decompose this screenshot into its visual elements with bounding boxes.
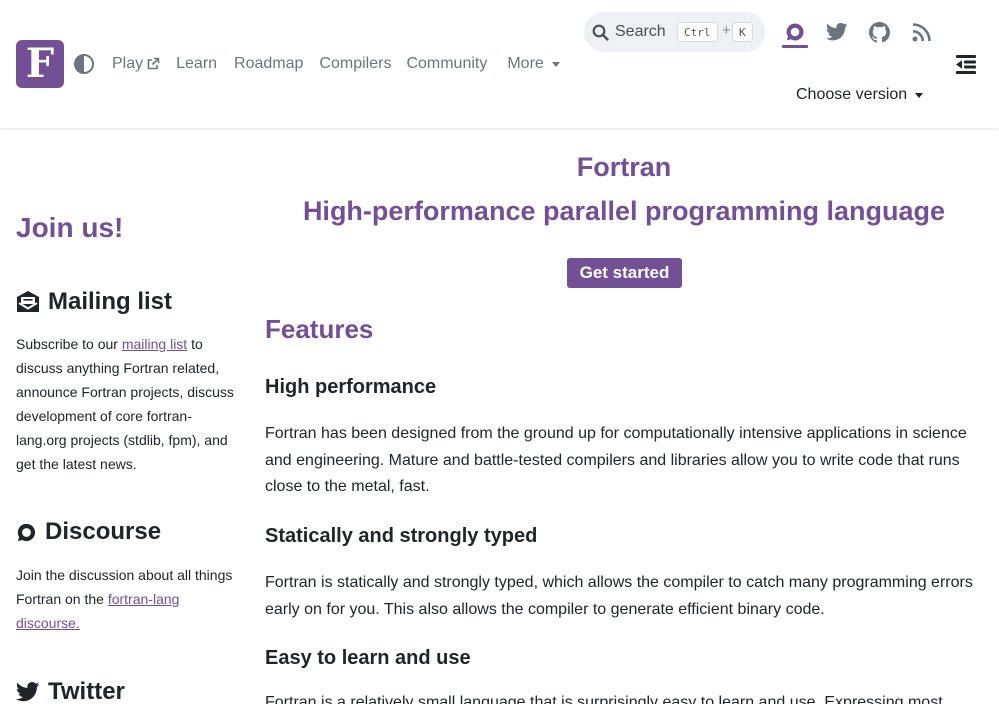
- feature-heading: Statically and strongly typed: [265, 525, 538, 547]
- kbd-ctrl: Ctrl: [677, 22, 718, 42]
- feature-text: Fortran has been designed from the groun…: [265, 425, 967, 495]
- nav-learn[interactable]: Learn: [176, 55, 217, 73]
- mailing-text-start: Subscribe to our: [16, 336, 122, 352]
- search-label: Search: [615, 23, 666, 40]
- nav-more-dropdown[interactable]: More: [507, 55, 560, 73]
- main-nav: Play Learn Roadmap Compilers Community M…: [112, 52, 560, 76]
- search-icon: [592, 24, 609, 41]
- nav-more-label: More: [507, 55, 544, 72]
- external-link-icon: [147, 57, 160, 70]
- nav-play-label: Play: [112, 55, 144, 72]
- features-heading: Features: [265, 314, 374, 344]
- get-started-button[interactable]: Get started: [567, 258, 682, 288]
- fortran-logo[interactable]: F: [16, 40, 64, 88]
- version-dropdown[interactable]: Choose version: [796, 86, 924, 104]
- logo-letter: F: [25, 40, 55, 87]
- feature-text: Fortran is statically and strongly typed…: [265, 574, 973, 618]
- page-title: Fortran: [576, 152, 672, 182]
- page-subtitle: High-performance parallel programming la…: [302, 196, 946, 226]
- chevron-down-icon: [551, 61, 560, 67]
- rss-icon[interactable]: [910, 21, 932, 43]
- mailing-list-title: Mailing list: [48, 288, 173, 315]
- twitter-icon[interactable]: [826, 21, 848, 43]
- chevron-down-icon: [915, 92, 924, 98]
- mailing-list-heading: Mailing list: [16, 288, 172, 316]
- twitter-heading: Twitter: [16, 678, 125, 704]
- active-indicator: [782, 45, 808, 48]
- kbd-k: K: [732, 22, 753, 42]
- theme-contrast-icon[interactable]: [73, 53, 95, 75]
- join-us-heading: Join us!: [16, 212, 124, 243]
- search-button[interactable]: Search Ctrl + K: [584, 12, 765, 52]
- feature-text: Fortran is a relatively small language t…: [265, 694, 943, 704]
- discourse-heading: Discourse: [16, 518, 161, 546]
- mailing-list-link[interactable]: mailing list: [122, 336, 187, 352]
- mailing-text-end: to discuss anything Fortran related, ann…: [16, 336, 234, 472]
- sidebar-collapse-icon[interactable]: [955, 53, 977, 75]
- twitter-title: Twitter: [48, 678, 125, 704]
- version-label: Choose version: [796, 86, 908, 103]
- nav-roadmap[interactable]: Roadmap: [234, 55, 303, 73]
- kbd-plus: +: [722, 22, 731, 39]
- discourse-icon[interactable]: [784, 21, 806, 43]
- discourse-icon: [17, 523, 36, 541]
- mailbox-icon: [17, 291, 39, 312]
- mailing-list-text: Subscribe to our mailing list to discuss…: [16, 332, 234, 476]
- twitter-icon: [16, 682, 40, 702]
- feature-heading: High performance: [265, 376, 437, 398]
- top-navbar: F Play Learn Roadmap Compilers Community…: [0, 0, 999, 128]
- feature-heading: Easy to learn and use: [265, 647, 471, 669]
- github-icon[interactable]: [868, 21, 890, 43]
- discourse-title: Discourse: [45, 518, 162, 545]
- nav-play[interactable]: Play: [112, 55, 160, 73]
- nav-compilers[interactable]: Compilers: [319, 55, 391, 73]
- discourse-text: Join the discussion about all things For…: [16, 563, 234, 635]
- nav-community[interactable]: Community: [406, 55, 487, 73]
